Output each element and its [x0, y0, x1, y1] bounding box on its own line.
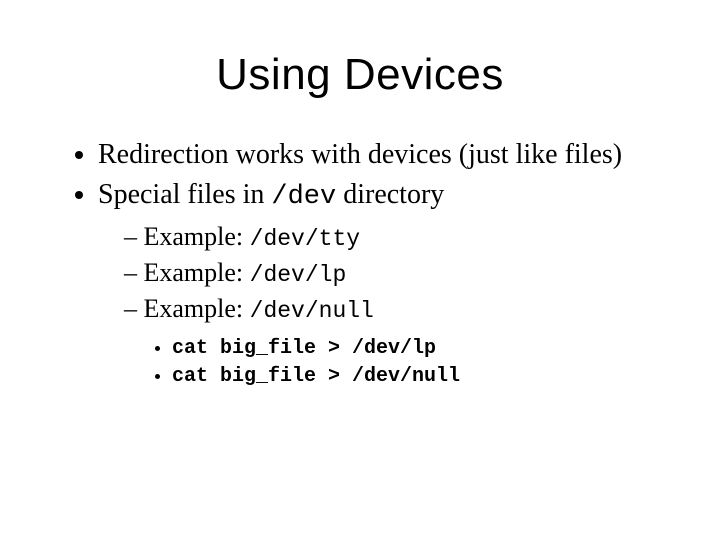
bullet-2: Special files in /dev directory Example:…: [98, 178, 660, 392]
example-1: Example: /dev/tty: [124, 219, 660, 255]
example-2: Example: /dev/lp: [124, 255, 660, 291]
example-3: Example: /dev/null cat big_file > /dev/l…: [124, 291, 660, 391]
bullet-1: Redirection works with devices (just lik…: [98, 138, 660, 172]
slide: Using Devices Redirection works with dev…: [0, 0, 720, 540]
example-2-code: /dev/lp: [250, 262, 347, 288]
example-3-label: Example:: [144, 294, 250, 323]
bullet-2-code: /dev: [271, 182, 336, 212]
bullet-2-pre: Special files in: [98, 179, 271, 210]
bullet-list-level3: cat big_file > /dev/lp cat big_file > /d…: [124, 335, 660, 391]
example-1-label: Example:: [144, 222, 250, 251]
bullet-list-level2: Example: /dev/tty Example: /dev/lp Examp…: [98, 219, 660, 391]
slide-title: Using Devices: [60, 50, 660, 100]
bullet-2-post: directory: [336, 179, 444, 210]
example-2-label: Example:: [144, 258, 250, 287]
bullet-list-level1: Redirection works with devices (just lik…: [60, 138, 660, 391]
example-1-code: /dev/tty: [250, 226, 360, 252]
example-3-code: /dev/null: [250, 298, 374, 324]
command-2: cat big_file > /dev/null: [172, 363, 660, 391]
bullet-1-text: Redirection works with devices (just lik…: [98, 139, 622, 170]
command-1: cat big_file > /dev/lp: [172, 335, 660, 363]
